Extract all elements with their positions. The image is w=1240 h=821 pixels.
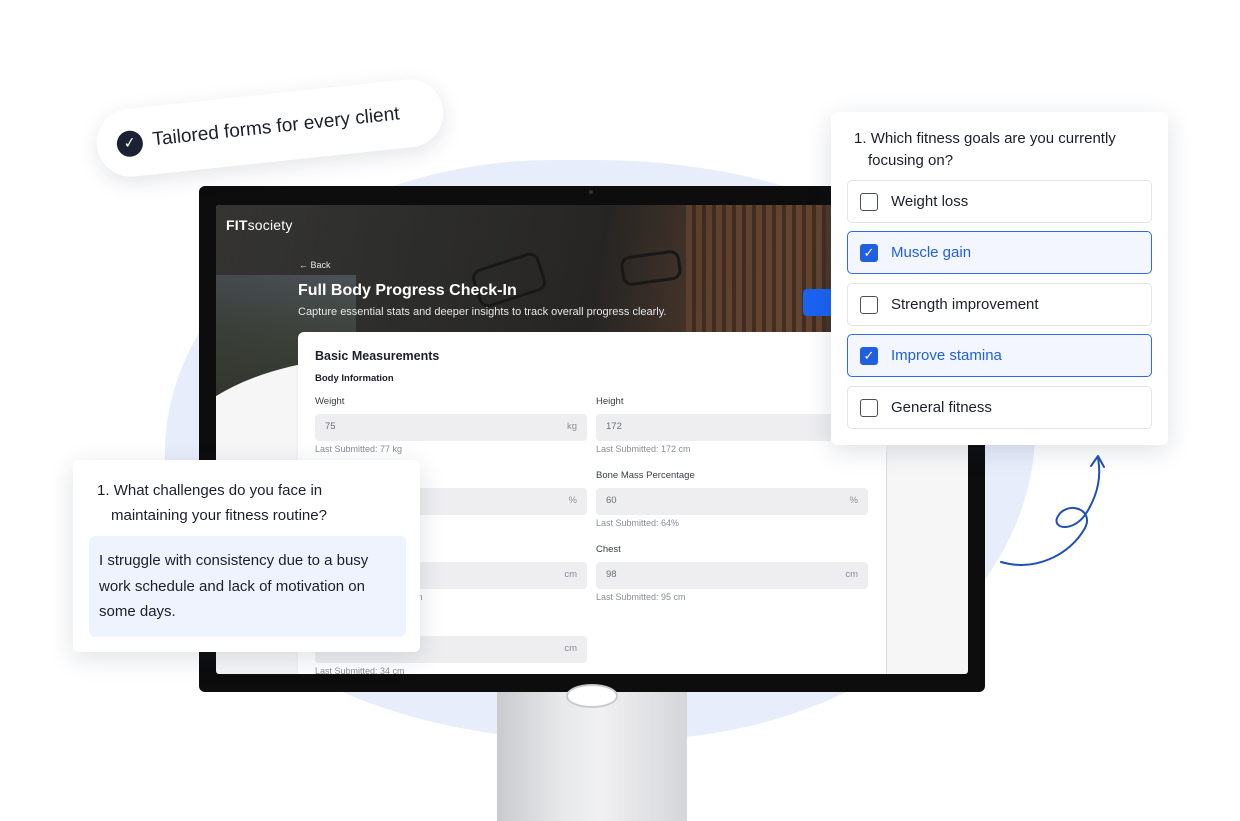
height-input[interactable]: 172 bbox=[596, 414, 868, 441]
challenges-question-number: 1. bbox=[97, 482, 110, 499]
goal-option-label: Weight loss bbox=[891, 193, 969, 210]
checkbox-unchecked[interactable] bbox=[860, 193, 878, 211]
checkbox-unchecked[interactable] bbox=[860, 399, 878, 417]
fitness-goals-card: 1. Which fitness goals are you currently… bbox=[831, 112, 1168, 445]
challenges-question-line2: maintaining your fitness routine? bbox=[111, 507, 327, 524]
weight-unit: kg bbox=[566, 421, 577, 432]
goal-option-label: General fitness bbox=[891, 399, 992, 416]
bone-mass-unit: % bbox=[849, 495, 858, 506]
height-value: 172 bbox=[606, 421, 622, 432]
last-measure-hint: Last Submitted: 34 cm bbox=[315, 666, 405, 674]
goal-option-muscle-gain[interactable]: ✓ Muscle gain bbox=[847, 231, 1152, 274]
goal-option-label: Muscle gain bbox=[891, 244, 972, 261]
weight-hint: Last Submitted: 77 kg bbox=[315, 444, 403, 454]
height-hint: Last Submitted: 172 cm bbox=[596, 444, 691, 454]
weight-value: 75 bbox=[325, 421, 336, 432]
challenges-question-line1: 1. What challenges do you face in bbox=[97, 478, 397, 503]
monitor-stand bbox=[497, 690, 687, 821]
logo-bold: FIT bbox=[226, 217, 248, 233]
chest-value: 98 bbox=[606, 569, 617, 580]
section-title: Basic Measurements bbox=[315, 349, 440, 363]
goals-question-line2: focusing on? bbox=[868, 152, 954, 169]
bone-mass-value: 60 bbox=[606, 495, 617, 506]
height-label: Height bbox=[596, 396, 624, 407]
goal-option-label: Strength improvement bbox=[891, 296, 1039, 313]
goal-option-weight-loss[interactable]: Weight loss bbox=[847, 180, 1152, 223]
goal-option-label: Improve stamina bbox=[891, 347, 1002, 364]
bone-mass-label: Bone Mass Percentage bbox=[596, 470, 695, 481]
back-link[interactable]: ← Back bbox=[299, 260, 331, 270]
chest-input[interactable]: 98 cm bbox=[596, 562, 868, 589]
percent-unit: % bbox=[568, 495, 577, 506]
logo-rest: society bbox=[247, 217, 293, 233]
goals-question-number: 1. bbox=[854, 130, 867, 147]
side-divider bbox=[886, 452, 887, 674]
weight-label: Weight bbox=[315, 396, 345, 407]
measure-unit: cm bbox=[564, 569, 577, 580]
chest-hint: Last Submitted: 95 cm bbox=[596, 592, 686, 602]
goal-option-general[interactable]: General fitness bbox=[847, 386, 1152, 429]
checkbox-checked-icon[interactable]: ✓ bbox=[860, 244, 878, 262]
goal-option-strength[interactable]: Strength improvement bbox=[847, 283, 1152, 326]
chest-unit: cm bbox=[845, 569, 858, 580]
group-title: Body Information bbox=[315, 373, 394, 384]
checkbox-checked-icon[interactable]: ✓ bbox=[860, 347, 878, 365]
challenges-answer[interactable]: I struggle with consistency due to a bus… bbox=[89, 536, 406, 637]
curved-arrow-icon bbox=[1000, 455, 1105, 566]
checkbox-unchecked[interactable] bbox=[860, 296, 878, 314]
weight-input[interactable]: 75 kg bbox=[315, 414, 587, 441]
badge-text: Tailored forms for every client bbox=[151, 103, 401, 151]
last-measure-unit: cm bbox=[564, 643, 577, 654]
challenges-question-text1: What challenges do you face in bbox=[113, 482, 323, 499]
goals-question-line1: 1. Which fitness goals are you currently bbox=[854, 128, 1154, 150]
app-logo[interactable]: FITsociety bbox=[226, 217, 293, 233]
camera-dot bbox=[589, 190, 593, 194]
bone-mass-hint: Last Submitted: 64% bbox=[596, 518, 680, 528]
goals-question: 1. Which fitness goals are you currently… bbox=[854, 128, 1154, 172]
challenges-question: 1. What challenges do you face in mainta… bbox=[97, 478, 397, 528]
goal-option-stamina[interactable]: ✓ Improve stamina bbox=[847, 334, 1152, 377]
goals-question-text1: Which fitness goals are you currently bbox=[870, 130, 1116, 147]
chest-label: Chest bbox=[596, 544, 621, 555]
check-icon: ✓ bbox=[115, 129, 145, 159]
form-title: Full Body Progress Check-In bbox=[298, 282, 517, 299]
tailored-forms-badge: ✓ Tailored forms for every client bbox=[93, 75, 447, 181]
form-subtitle: Capture essential stats and deeper insig… bbox=[298, 306, 667, 318]
bone-mass-input[interactable]: 60 % bbox=[596, 488, 868, 515]
stand-cutout bbox=[566, 684, 618, 708]
challenges-card: 1. What challenges do you face in mainta… bbox=[73, 460, 420, 652]
